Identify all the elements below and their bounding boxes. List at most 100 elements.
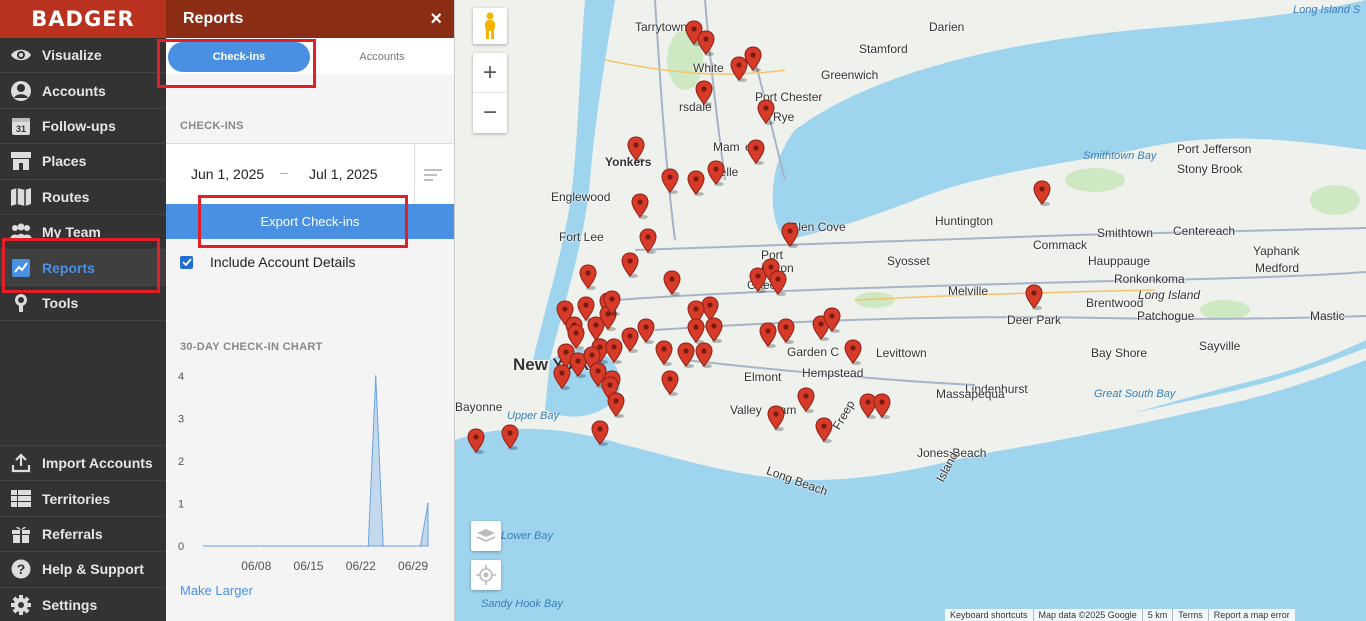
nav-item-reports[interactable]: Reports <box>0 250 166 286</box>
location-pin-icon[interactable] <box>769 270 787 296</box>
date-separator: – <box>280 164 288 180</box>
data-point <box>397 545 399 547</box>
location-pin-icon[interactable] <box>621 252 639 278</box>
data-point <box>210 545 213 547</box>
location-pin-icon[interactable] <box>759 322 777 348</box>
map-place-label: Stony Brook <box>1177 162 1243 176</box>
nav-item-label: Accounts <box>42 82 106 99</box>
start-date-field[interactable]: Jun 1, 2025 <box>191 166 264 182</box>
location-pin-icon[interactable] <box>757 99 775 125</box>
nav-item-import-accounts[interactable]: Import Accounts <box>0 445 166 480</box>
location-pin-icon[interactable] <box>467 428 485 454</box>
data-point <box>203 545 205 547</box>
location-pin-icon[interactable] <box>603 290 621 316</box>
map-place-label: Mastic <box>1310 309 1345 323</box>
panel-header: Reports × <box>166 0 454 38</box>
location-pin-icon[interactable] <box>1033 180 1051 206</box>
location-pin-icon[interactable] <box>637 318 655 344</box>
location-pin-icon[interactable] <box>705 317 723 343</box>
location-pin-icon[interactable] <box>797 387 815 413</box>
location-pin-icon[interactable] <box>744 46 762 72</box>
location-pin-icon[interactable] <box>695 342 713 368</box>
y-tick-label: 1 <box>178 499 184 511</box>
data-point <box>360 545 362 547</box>
nav-item-territories[interactable]: Territories <box>0 480 166 515</box>
location-pin-icon[interactable] <box>747 139 765 165</box>
location-pin-icon[interactable] <box>639 228 657 254</box>
check-in-chart: 0 1 2 3 4 06/08 06/15 06/22 06/29 <box>178 371 429 573</box>
nav-item-settings[interactable]: Settings <box>0 586 166 621</box>
user-icon <box>9 79 33 103</box>
nav-item-label: Help & Support <box>42 561 144 578</box>
y-tick-label: 2 <box>178 456 184 468</box>
include-account-details-row[interactable]: Include Account Details <box>180 254 356 270</box>
report-map-error-link[interactable]: Report a map error <box>1209 609 1295 621</box>
tab-accounts[interactable]: Accounts <box>336 42 428 72</box>
map-place-label: Brentwood <box>1086 296 1144 310</box>
location-pin-icon[interactable] <box>591 420 609 446</box>
location-pin-icon[interactable] <box>501 424 519 450</box>
nav-item-tools[interactable]: Tools <box>0 286 166 322</box>
location-pin-icon[interactable] <box>663 270 681 296</box>
location-pin-icon[interactable] <box>661 370 679 396</box>
location-pin-icon[interactable] <box>1025 284 1043 310</box>
location-pin-icon[interactable] <box>695 80 713 106</box>
nav-item-my-team[interactable]: My Team <box>0 215 166 251</box>
tab-check-ins[interactable]: Check-ins <box>168 42 310 72</box>
nav-item-places[interactable]: Places <box>0 144 166 180</box>
data-point <box>374 375 377 377</box>
zoom-out-button[interactable]: − <box>473 93 507 133</box>
location-pin-icon[interactable] <box>655 340 673 366</box>
data-point <box>322 545 325 547</box>
location-pin-icon[interactable] <box>631 193 649 219</box>
location-pin-icon[interactable] <box>579 264 597 290</box>
keyboard-shortcuts-link[interactable]: Keyboard shortcuts <box>945 609 1034 621</box>
location-pin-icon[interactable] <box>815 417 833 443</box>
data-point <box>218 545 220 547</box>
scale-bar[interactable]: 5 km <box>1143 609 1174 621</box>
nav-item-visualize[interactable]: Visualize <box>0 38 166 74</box>
location-pin-icon[interactable] <box>677 342 695 368</box>
my-location-icon[interactable] <box>471 560 501 590</box>
make-larger-link[interactable]: Make Larger <box>180 583 253 598</box>
location-pin-icon[interactable] <box>707 160 725 186</box>
terms-link[interactable]: Terms <box>1173 609 1209 621</box>
zoom-in-button[interactable]: + <box>473 53 507 93</box>
street-view-pegman-icon[interactable] <box>473 8 507 44</box>
nav-item-routes[interactable]: Routes <box>0 180 166 215</box>
map-data-credit: Map data ©2025 Google <box>1034 609 1143 621</box>
location-pin-icon[interactable] <box>844 339 862 365</box>
include-account-details-checkbox[interactable] <box>180 255 193 269</box>
nav-item-follow-ups[interactable]: 31 Follow-ups <box>0 109 166 145</box>
map-place-label: Bayonne <box>455 400 503 414</box>
brand-logo[interactable]: BADGER <box>0 0 166 38</box>
nav-item-help-support[interactable]: ? Help & Support <box>0 551 166 586</box>
location-pin-icon[interactable] <box>823 307 841 333</box>
map-place-label: Valley <box>730 403 762 417</box>
filter-lines-icon[interactable] <box>424 168 442 186</box>
location-pin-icon[interactable] <box>661 168 679 194</box>
location-pin-icon[interactable] <box>697 30 715 56</box>
location-pin-icon[interactable] <box>873 393 891 419</box>
close-icon[interactable]: × <box>430 8 442 31</box>
export-check-ins-button[interactable]: Export Check-ins <box>166 204 454 239</box>
map-view[interactable]: Tarrytown Darien Long Island S Stamford Whit… <box>455 0 1366 621</box>
store-icon <box>9 149 33 173</box>
location-pin-icon[interactable] <box>687 318 705 344</box>
location-pin-icon[interactable] <box>607 392 625 418</box>
end-date-field[interactable]: Jul 1, 2025 <box>309 166 378 182</box>
y-tick-label: 3 <box>178 414 184 426</box>
map-icon <box>9 185 33 209</box>
location-pin-icon[interactable] <box>627 136 645 162</box>
location-pin-icon[interactable] <box>777 318 795 344</box>
nav-item-accounts[interactable]: Accounts <box>0 73 166 109</box>
location-pin-icon[interactable] <box>767 405 785 431</box>
map-place-label: Lower Bay <box>501 530 553 542</box>
divider <box>414 144 415 205</box>
eye-icon <box>9 43 33 67</box>
location-pin-icon[interactable] <box>781 222 799 248</box>
nav-item-referrals[interactable]: Referrals <box>0 515 166 551</box>
location-pin-icon[interactable] <box>687 170 705 196</box>
map-place-label: Long Island <box>1138 288 1201 302</box>
layers-icon[interactable] <box>471 521 501 551</box>
